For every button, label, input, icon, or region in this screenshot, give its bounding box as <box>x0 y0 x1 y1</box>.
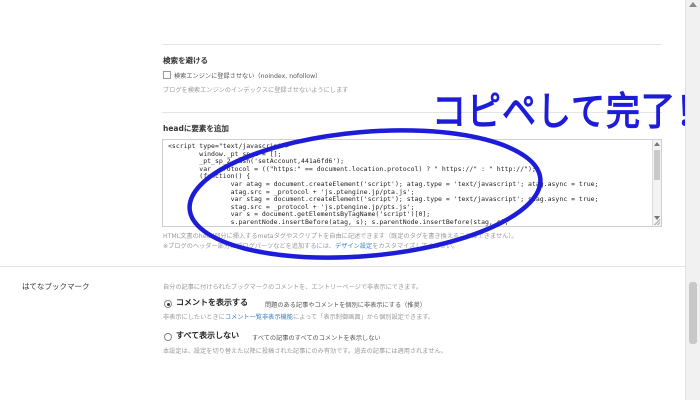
comment-hide-link[interactable]: コメント一覧非表示機能 <box>225 314 293 321</box>
search-hint: ブログを検索エンジンのインデックスに登録させないようにします <box>163 87 349 94</box>
hatena-description: 自分の記事に付けられたブックマークのコメントを、エントリーページで非表示にできま… <box>163 284 423 291</box>
hide-all-label: すべて表示しない <box>176 331 240 340</box>
hatena-label: はてなブックマーク <box>22 282 90 291</box>
hide-all-desc: すべての記事のすべてのコメントを表示しない <box>252 335 381 342</box>
textarea-scroll-thumb[interactable] <box>654 150 660 180</box>
hide-all-radio[interactable] <box>164 333 172 341</box>
search-heading: 検索を避ける <box>163 56 208 65</box>
top-divider <box>162 44 662 45</box>
show-comments-desc: 問題のある記事やコメントを個別に非表示にする（推奨） <box>265 302 426 309</box>
resize-handle-icon[interactable] <box>654 219 660 225</box>
show-comments-sub-prefix: 非表示にしたいときに <box>163 314 225 321</box>
annotation-ellipse <box>187 128 543 260</box>
noindex-checkbox[interactable] <box>163 71 171 79</box>
page-scroll-thumb[interactable] <box>689 282 697 344</box>
show-comments-sub: 非表示にしたいときにコメント一覧非表示機能によって「表示制御画面」から個別設定で… <box>163 312 434 321</box>
noindex-checkbox-label: 検索エンジンに登録させない（noindex, nofollow） <box>174 73 322 80</box>
textarea-scrollbar[interactable] <box>652 140 661 226</box>
page-scrollbar[interactable] <box>685 0 700 400</box>
scroll-up-icon[interactable] <box>654 142 660 146</box>
show-comments-label: コメントを表示する <box>176 298 248 307</box>
section-divider-2 <box>0 266 686 267</box>
show-comments-sub-suffix: によって「表示制御画面」から個別設定できます。 <box>292 314 435 321</box>
page-scroll-up-icon[interactable] <box>689 2 697 7</box>
hatena-footer: 本設定は、設定を切り替えた以降に投稿された記事にのみ有効です。過去の記事には適用… <box>163 348 447 355</box>
show-comments-radio[interactable] <box>164 300 172 308</box>
